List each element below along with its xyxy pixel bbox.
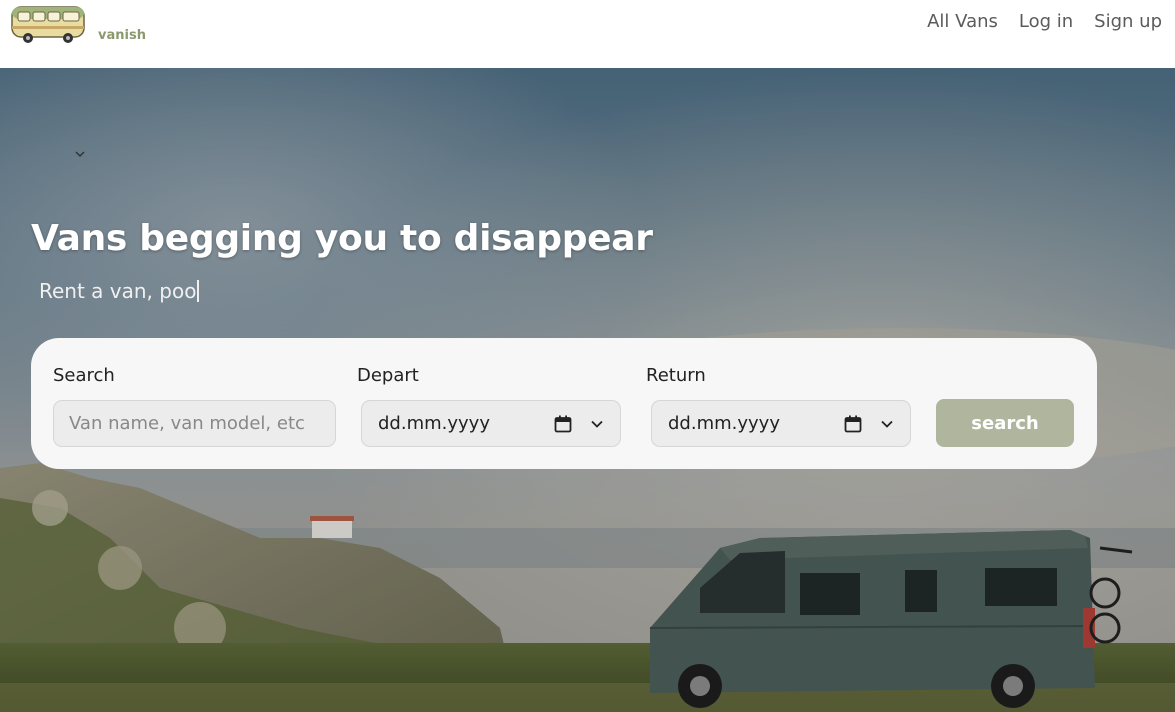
search-button[interactable]: search xyxy=(936,399,1074,447)
hero-section: Vans begging you to disappear Rent a van… xyxy=(0,68,1175,712)
nav-link-log-in[interactable]: Log in xyxy=(1019,10,1073,34)
depart-label: Depart xyxy=(357,365,419,386)
brand-name: vanish xyxy=(98,28,146,43)
search-label: Search xyxy=(53,365,115,386)
home-logo-link[interactable]: vanish xyxy=(10,4,146,44)
chevron-down-icon[interactable] xyxy=(881,419,893,429)
return-date-value: dd.mm.yyyy xyxy=(668,413,780,434)
search-input[interactable] xyxy=(53,400,336,447)
calendar-icon[interactable] xyxy=(844,415,862,433)
depart-date-value: dd.mm.yyyy xyxy=(378,413,490,434)
van-logo-icon xyxy=(11,6,85,43)
depart-date-input[interactable]: dd.mm.yyyy xyxy=(361,400,621,447)
hero-title: Vans begging you to disappear xyxy=(31,218,653,259)
chevron-down-icon[interactable] xyxy=(591,419,603,429)
hero-subtitle: Rent a van, poo xyxy=(39,279,200,303)
return-date-input[interactable]: dd.mm.yyyy xyxy=(651,400,911,447)
search-form: Search Depart dd.mm.yyyy Return dd.mm.yy… xyxy=(31,338,1097,469)
nav-links: All Vans Log in Sign up xyxy=(906,10,1162,34)
nav-link-all-vans[interactable]: All Vans xyxy=(927,10,998,34)
return-label: Return xyxy=(646,365,706,386)
typing-cursor xyxy=(197,280,200,302)
hero-subtitle-text: Rent a van, poo xyxy=(39,279,197,303)
calendar-icon[interactable] xyxy=(554,415,572,433)
nav-link-sign-up[interactable]: Sign up xyxy=(1094,10,1162,34)
navbar: vanish All Vans Log in Sign up xyxy=(0,0,1175,68)
